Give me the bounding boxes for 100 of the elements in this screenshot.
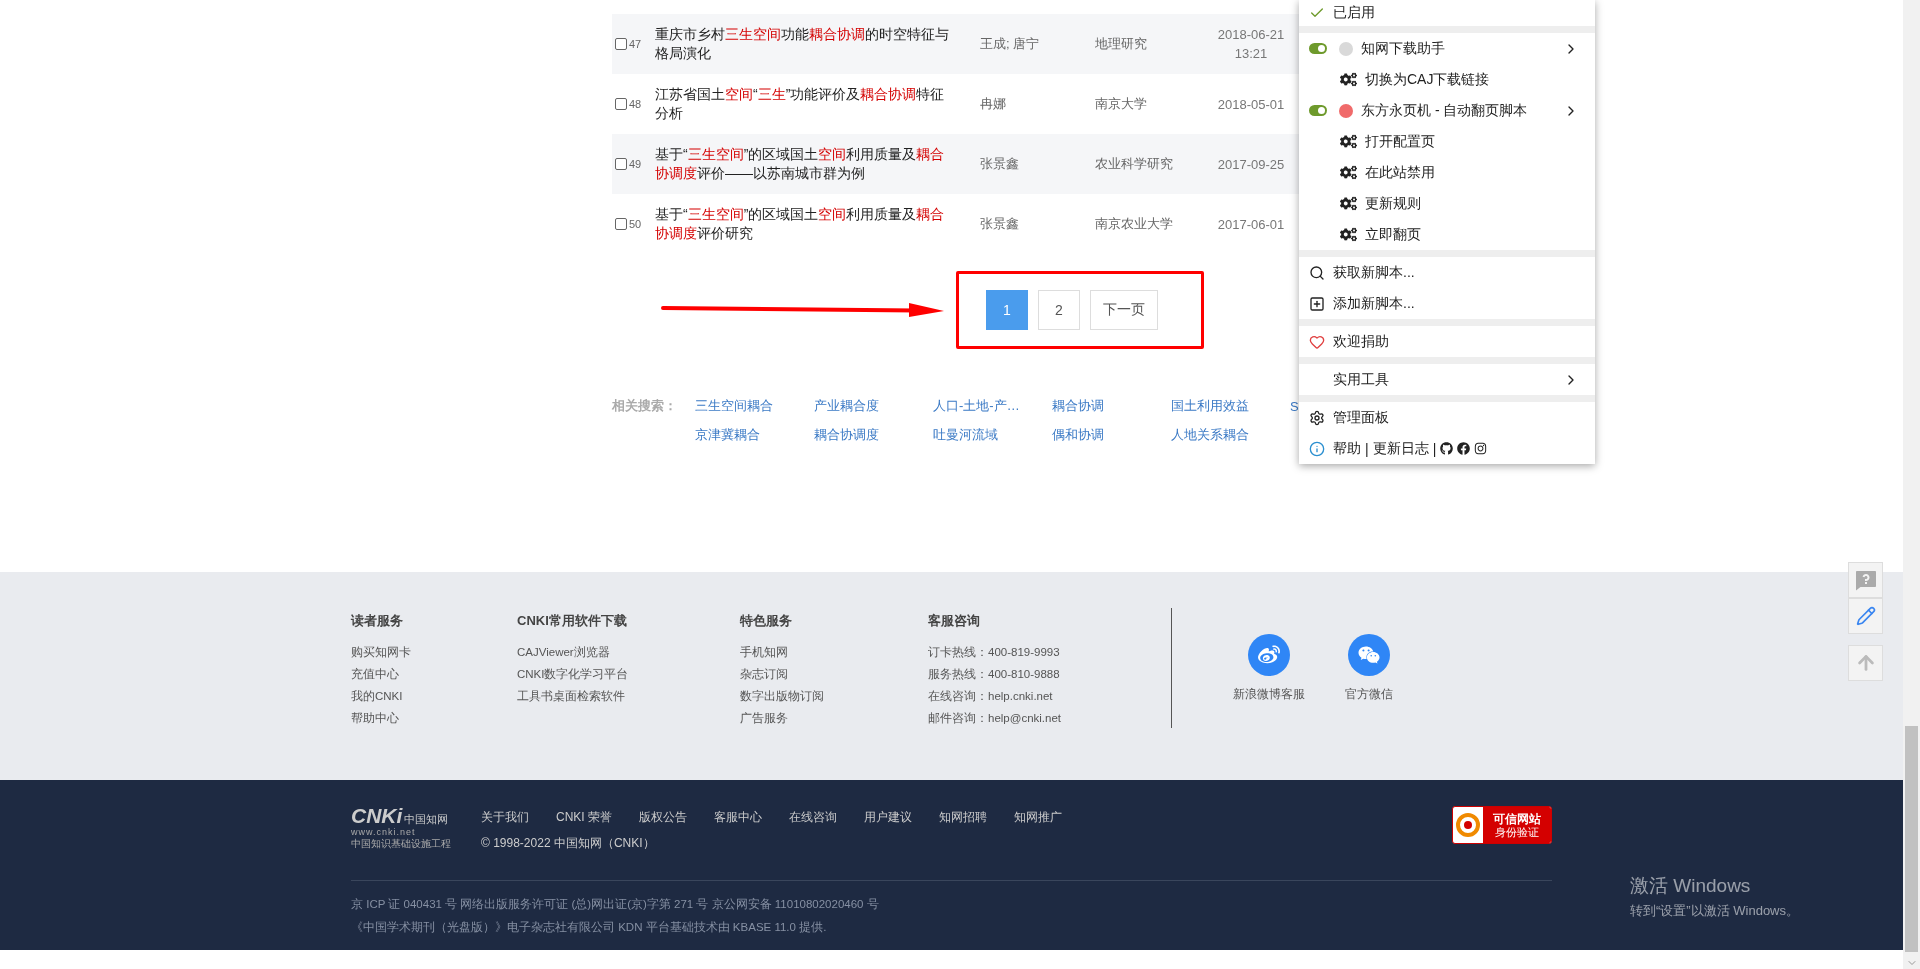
footer-link[interactable]: 工具书桌面检索软件 <box>517 688 740 705</box>
scrollbar[interactable] <box>1903 0 1920 969</box>
info-icon <box>1309 440 1325 457</box>
social-label: 新浪微博客服 <box>1233 686 1305 703</box>
next-page-button[interactable]: 下一页 <box>1090 290 1158 330</box>
footer-link[interactable]: 充值中心 <box>351 666 517 683</box>
weibo-icon <box>1258 644 1280 666</box>
search-icon <box>1309 264 1325 281</box>
gears-icon <box>1340 164 1357 181</box>
related-search-link[interactable]: 人地关系耦合 <box>1171 426 1290 444</box>
date-text: 2017-06-01 <box>1216 215 1286 234</box>
legal-text: 《中国学术期刊（光盘版）》电子杂志社有限公司 KDN 平台基础技术由 KBASE 11.0 提供. <box>351 920 827 935</box>
checkbox[interactable] <box>615 98 627 110</box>
source-text: 南京农业大学 <box>1095 215 1174 233</box>
menu-item[interactable]: 在此站禁用 <box>1299 157 1595 188</box>
footer-link[interactable]: 杂志订阅 <box>740 666 928 683</box>
row-number: 50 <box>629 218 642 230</box>
footer-link[interactable]: 帮助中心 <box>351 710 517 727</box>
footer-link[interactable]: 广告服务 <box>740 710 928 727</box>
wechat-icon <box>1358 644 1380 666</box>
related-search-link[interactable]: 耦合协调 <box>1052 397 1171 415</box>
footer-link[interactable]: CNKI数字化学习平台 <box>517 666 740 683</box>
footer-link[interactable]: 用户建议 <box>864 809 912 826</box>
date-text: 2018-06-21 13:21 <box>1216 26 1286 63</box>
checkbox[interactable] <box>615 158 627 170</box>
footer-link[interactable]: 邮件咨询：help@cnki.net <box>928 710 1171 727</box>
footer-link[interactable]: 知网招聘 <box>939 809 987 826</box>
row-number: 47 <box>629 38 642 50</box>
footer-link[interactable]: 我的CNKI <box>351 688 517 705</box>
menu-item[interactable]: 欢迎捐助 <box>1299 326 1595 357</box>
toggle-switch[interactable] <box>1309 43 1327 54</box>
menu-item[interactable]: 已启用 <box>1299 0 1595 26</box>
footer-link[interactable]: 版权公告 <box>639 809 687 826</box>
separator-text: | <box>1432 440 1437 457</box>
footer-link[interactable]: 知网推广 <box>1014 809 1062 826</box>
article-title-link[interactable]: 江苏省国土空间“三生”功能评价及耦合协调特征分析 <box>655 85 955 123</box>
menu-link[interactable]: 更新日志 <box>1372 439 1429 458</box>
footer-link[interactable]: CAJViewer浏览器 <box>517 644 740 661</box>
activation-title: 激活 Windows <box>1630 874 1752 898</box>
menu-link[interactable]: 帮助 <box>1333 439 1361 458</box>
article-title-link[interactable]: 基于“三生空间”的区域国土空间利用质量及耦合协调度评价研究 <box>655 205 955 243</box>
footer-link[interactable]: 订卡热线：400-819-9993 <box>928 644 1171 661</box>
footer-heading: 特色服务 <box>740 612 793 630</box>
social-button[interactable] <box>1248 634 1290 676</box>
menu-item[interactable]: 东方永页机 - 自动翻页脚本 <box>1299 95 1595 126</box>
gears-icon <box>1340 71 1357 88</box>
social-button[interactable] <box>1348 634 1390 676</box>
page-button[interactable]: 2 <box>1038 290 1080 330</box>
plus-square-icon <box>1309 295 1325 312</box>
related-search-link[interactable]: 人口-土地-产… <box>933 397 1052 415</box>
related-search-link[interactable]: 偶和协调 <box>1052 426 1171 444</box>
related-search-link[interactable]: 京津冀耦合 <box>695 426 814 444</box>
menu-item[interactable]: 管理面板 <box>1299 402 1595 433</box>
menu-item[interactable]: 打开配置页 <box>1299 126 1595 157</box>
gears-icon <box>1340 195 1357 212</box>
footer-link[interactable]: 服务热线：400-810-9888 <box>928 666 1171 683</box>
github-icon[interactable] <box>1440 442 1454 455</box>
pencil-icon <box>1855 606 1876 626</box>
footer-link[interactable]: 数字出版物订阅 <box>740 688 928 705</box>
footer-heading: 读者服务 <box>351 612 404 630</box>
article-title-link[interactable]: 重庆市乡村三生空间功能耦合协调的时空特征与格局演化 <box>655 25 955 63</box>
footer-link[interactable]: 关于我们 <box>481 809 529 826</box>
feedback-button[interactable] <box>1848 562 1883 598</box>
menu-item[interactable]: 知网下载助手 <box>1299 33 1595 64</box>
menu-item[interactable]: 实用工具 <box>1299 364 1595 395</box>
footer-link[interactable]: 购买知网卡 <box>351 644 517 661</box>
related-search-link[interactable]: 国土利用效益 <box>1171 397 1290 415</box>
menu-item[interactable]: 获取新脚本... <box>1299 257 1595 288</box>
speech-bubble-icon <box>1853 568 1878 592</box>
footer-link[interactable]: 在线咨询 <box>789 809 837 826</box>
related-search-link[interactable]: 吐曼河流域 <box>933 426 1052 444</box>
edit-button[interactable] <box>1848 598 1883 634</box>
footer-heading: CNKI常用软件下载 <box>517 612 628 630</box>
separator-text: | <box>1365 440 1369 457</box>
menu-item[interactable]: 添加新脚本... <box>1299 288 1595 319</box>
footer-link[interactable]: 客服中心 <box>714 809 762 826</box>
trust-badge[interactable]: 可信网站 身份验证 <box>1452 806 1552 844</box>
menu-item[interactable]: 立即翻页 <box>1299 219 1595 250</box>
footer-link[interactable]: CNKI 荣誉 <box>556 809 612 826</box>
related-search-link[interactable]: 三生空间耦合 <box>695 397 814 415</box>
author-text: 张景鑫 <box>980 155 1020 173</box>
scrollbar-thumb[interactable] <box>1905 726 1918 952</box>
facebook-icon[interactable] <box>1457 442 1471 455</box>
menu-item[interactable]: 更新规则 <box>1299 188 1595 219</box>
logo[interactable]: CNKi中国知网 www.cnki.net 中国知识基础设施工程 <box>351 806 481 851</box>
annotation-arrow-icon <box>661 303 944 317</box>
instagram-icon[interactable] <box>1474 442 1488 455</box>
related-search-link[interactable]: 耦合协调度 <box>814 426 933 444</box>
related-search-link[interactable]: 产业耦合度 <box>814 397 933 415</box>
checkbox[interactable] <box>615 218 627 230</box>
menu-item[interactable]: 切换为CAJ下载链接 <box>1299 64 1595 95</box>
footer-link[interactable]: 手机知网 <box>740 644 928 661</box>
footer-link[interactable]: 在线咨询：help.cnki.net <box>928 688 1171 705</box>
gears-icon <box>1340 226 1357 243</box>
toggle-switch[interactable] <box>1309 105 1327 116</box>
article-title-link[interactable]: 基于“三生空间”的区域国土空间利用质量及耦合协调度评价——以苏南城市群为例 <box>655 145 955 183</box>
date-text: 2017-09-25 <box>1216 155 1286 174</box>
gears-icon <box>1340 133 1357 150</box>
checkbox[interactable] <box>615 38 627 50</box>
footer-heading: 客服咨询 <box>928 612 981 630</box>
